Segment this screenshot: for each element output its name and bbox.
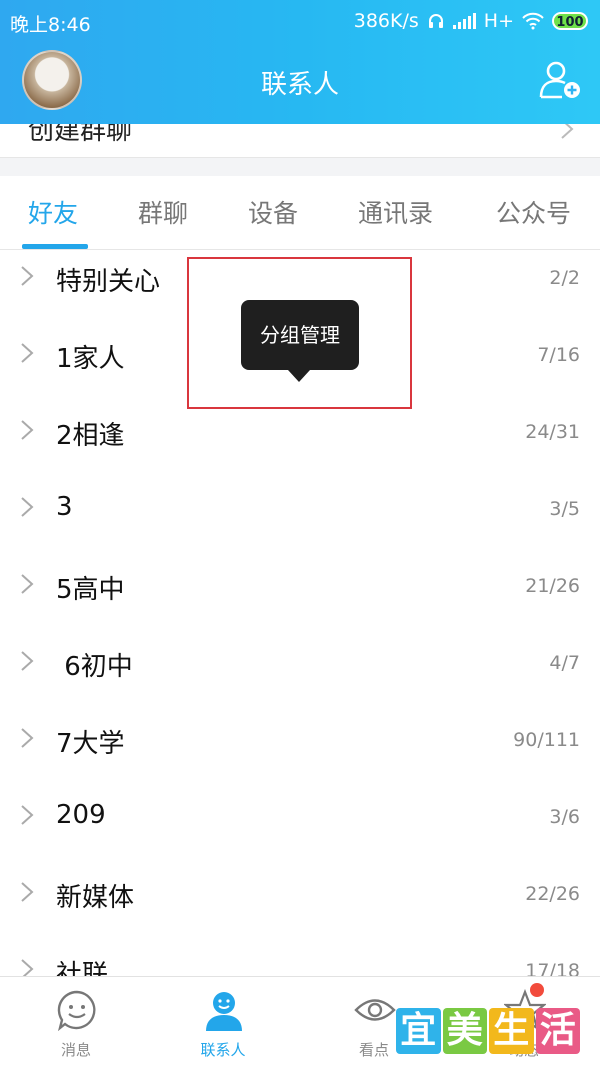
group-name: 特别关心 (56, 267, 161, 297)
watermark-char: 宜 (396, 1008, 441, 1054)
group-count: 22/26 (525, 883, 580, 905)
tooltip-arrow (288, 370, 310, 382)
add-friend-icon[interactable] (538, 60, 582, 100)
create-group-label: 创建群聊 (28, 124, 133, 146)
watermark-char: 活 (535, 1008, 580, 1054)
group-name: 3 (56, 492, 73, 522)
group-count: 2/2 (549, 267, 580, 289)
group-count: 3/6 (549, 806, 580, 828)
group-count: 4/7 (549, 652, 580, 674)
section-divider (0, 158, 600, 176)
list-item[interactable]: 209 3/6 (0, 790, 600, 867)
chevron-right-icon (21, 266, 34, 286)
tab-devices[interactable]: 设备 (248, 194, 298, 230)
create-group-row[interactable]: 创建群聊 (0, 124, 600, 158)
group-count: 24/31 (525, 421, 580, 443)
list-item[interactable]: 社联 17/18 (0, 944, 600, 976)
group-count: 21/26 (525, 575, 580, 597)
contact-tabs: 好友 群聊 设备 通讯录 公众号 (0, 176, 600, 250)
group-name: 2相逢 (56, 421, 125, 451)
list-item[interactable]: 3 3/5 (0, 482, 600, 559)
group-count: 90/111 (513, 729, 580, 751)
group-manage-tooltip[interactable]: 分组管理 (241, 300, 359, 370)
status-right: 386K/s H+ 100 (354, 10, 588, 32)
list-item[interactable]: 2相逢 24/31 (0, 405, 600, 482)
group-name: 6初中 (56, 652, 133, 682)
nav-label: 联系人 (200, 1041, 246, 1059)
group-name: 7大学 (56, 729, 125, 759)
group-count: 3/5 (549, 498, 580, 520)
wifi-icon (522, 12, 544, 30)
group-name: 1家人 (56, 344, 125, 374)
group-name: 新媒体 (56, 883, 135, 913)
status-time: 晚上8:46 (10, 14, 91, 36)
battery-indicator: 100 (552, 12, 588, 30)
signal-icon (452, 13, 476, 29)
net-speed: 386K/s (353, 10, 419, 32)
list-item[interactable]: 7大学 90/111 (0, 713, 600, 790)
active-tab-indicator (22, 244, 88, 249)
tab-friends[interactable]: 好友 (28, 194, 78, 230)
group-name: 社联 (56, 960, 109, 976)
contacts-icon (206, 992, 242, 1031)
watermark-char: 生 (489, 1008, 534, 1054)
chevron-right-icon (561, 124, 574, 139)
group-name: 209 (56, 800, 106, 830)
header-bar: 晚上8:46 386K/s H+ 100 联系人 (0, 0, 600, 124)
eye-icon (354, 999, 396, 1021)
group-name: 5高中 (56, 575, 125, 605)
nav-messages[interactable]: 消息 (16, 977, 136, 1067)
chevron-right-icon (21, 574, 34, 594)
nav-contacts[interactable]: 联系人 (163, 977, 283, 1067)
headset-icon (428, 14, 443, 28)
network-type: H+ (483, 10, 514, 32)
message-icon (57, 990, 96, 1031)
tab-groups[interactable]: 群聊 (138, 194, 188, 230)
list-item[interactable]: 新媒体 22/26 (0, 867, 600, 944)
list-item[interactable]: 6初中 4/7 (0, 636, 600, 713)
chevron-right-icon (21, 959, 34, 976)
chevron-right-icon (21, 497, 34, 517)
tab-official-accounts[interactable]: 公众号 (496, 194, 571, 230)
chevron-right-icon (21, 343, 34, 363)
chevron-right-icon (21, 728, 34, 748)
chevron-right-icon (21, 805, 34, 825)
nav-label: 消息 (60, 1041, 91, 1059)
chevron-right-icon (21, 651, 34, 671)
watermark: 宜 美 生 活 (396, 1008, 582, 1054)
watermark-char: 美 (442, 1008, 487, 1054)
notification-dot (530, 983, 544, 997)
list-item[interactable]: 5高中 21/26 (0, 559, 600, 636)
chevron-right-icon (21, 882, 34, 902)
chevron-right-icon (21, 420, 34, 440)
status-bar: 晚上8:46 386K/s H+ 100 (0, 0, 600, 40)
group-count: 17/18 (525, 960, 580, 976)
tab-address-book[interactable]: 通讯录 (358, 194, 433, 230)
page-title: 联系人 (260, 70, 339, 100)
group-count: 7/16 (537, 344, 580, 366)
